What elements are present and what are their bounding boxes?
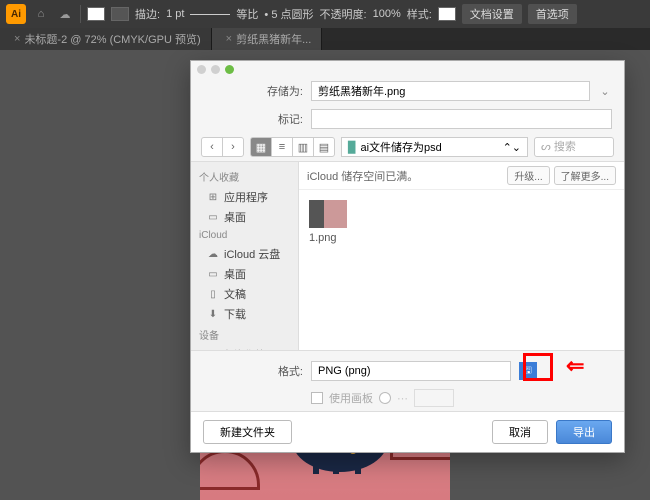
range-radio [379, 392, 391, 404]
format-label: 格式: [203, 363, 303, 379]
stroke-swatch[interactable] [111, 7, 129, 21]
opacity-label: 不透明度: [320, 6, 367, 22]
tag-label: 标记: [203, 111, 303, 127]
desktop-icon: ▭ [207, 211, 219, 223]
close-icon[interactable]: × [226, 33, 232, 45]
annotation-box [523, 353, 553, 381]
sidebar-head-fav: 个人收藏 [191, 166, 298, 187]
doc-icon: ▯ [207, 288, 219, 300]
cloud-icon[interactable]: ☁ [56, 5, 74, 23]
new-folder-button[interactable]: 新建文件夹 [203, 420, 292, 444]
list-view-button[interactable]: ≡ [271, 137, 293, 157]
learn-more-button[interactable]: 了解更多... [554, 166, 616, 185]
file-browser: iCloud 储存空间已满。 升级... 了解更多... 1.png [299, 162, 624, 350]
fwd-button[interactable]: › [222, 137, 244, 157]
home-icon[interactable]: ⌂ [32, 5, 50, 23]
cloud-icon: ☁ [207, 248, 219, 260]
dash-label[interactable]: 等比 [236, 6, 258, 22]
laptop-icon: ▭ [207, 349, 216, 350]
style-label: 样式: [407, 6, 432, 22]
stroke-value[interactable]: 1 pt [166, 8, 184, 20]
doc-setup-button[interactable]: 文档设置 [462, 4, 522, 24]
format-select[interactable]: PNG (png) [311, 361, 511, 381]
prefs-button[interactable]: 首选项 [528, 4, 577, 24]
sidebar-item-apps[interactable]: ⊞应用程序 [191, 187, 298, 207]
close-icon[interactable]: × [14, 33, 20, 45]
file-thumbnail [309, 200, 347, 228]
filename-input[interactable] [311, 81, 590, 101]
sidebar-item-icloud[interactable]: ☁iCloud 云盘 [191, 244, 298, 264]
sidebar: 个人收藏 ⊞应用程序 ▭桌面 iCloud ☁iCloud 云盘 ▭桌面 ▯文稿… [191, 162, 299, 350]
zoom-dot[interactable] [225, 65, 234, 74]
tab-bar: ×未标题-2 @ 72% (CMYK/GPU 预览) ×剪纸黑猪新年... [0, 28, 650, 50]
gallery-view-button[interactable]: ▤ [313, 137, 335, 157]
chevron-updown-icon: ⌃⌄ [503, 141, 521, 154]
cancel-button[interactable]: 取消 [492, 420, 548, 444]
folder-dropdown[interactable]: ▉ ai文件储存为psd ⌃⌄ [341, 137, 528, 157]
sidebar-item-desktop[interactable]: ▭桌面 [191, 207, 298, 227]
sidebar-item-desk2[interactable]: ▭桌面 [191, 264, 298, 284]
range-input [414, 389, 454, 407]
sidebar-head-icloud: iCloud [191, 227, 298, 244]
file-item[interactable]: 1.png [309, 200, 614, 244]
artboard-label: 使用画板 [329, 390, 373, 406]
stroke-label: 描边: [135, 6, 160, 22]
tab-doc2[interactable]: ×剪纸黑猪新年... [212, 28, 323, 50]
folder-icon: ▉ [348, 141, 356, 154]
top-toolbar: Ai ⌂ ☁ 描边: 1 pt 等比 • 5 点圆形 不透明度: 100% 样式… [0, 0, 650, 28]
app-logo: Ai [6, 4, 26, 24]
upgrade-button[interactable]: 升级... [507, 166, 549, 185]
chevron-down-icon[interactable]: ⌄ [598, 82, 612, 100]
tab-doc1[interactable]: ×未标题-2 @ 72% (CMYK/GPU 预览) [0, 28, 212, 50]
export-button[interactable]: 导出 [556, 420, 612, 444]
dot-label[interactable]: • 5 点圆形 [264, 6, 313, 22]
fill-swatch[interactable] [87, 7, 105, 21]
style-swatch[interactable] [438, 7, 456, 21]
sidebar-item-downloads[interactable]: ⬇下载 [191, 304, 298, 324]
save-dialog: 存储为: ⌄ 标记: ‹ › ▦ ≡ ▥ ▤ ▉ ai文件储存为psd ⌃⌄ ᔕ… [190, 60, 625, 453]
icloud-warning: iCloud 储存空间已满。 升级... 了解更多... [299, 162, 624, 190]
sidebar-item-macbook[interactable]: ▭李伟华的MacB... [191, 345, 298, 350]
close-dot[interactable] [197, 65, 206, 74]
apps-icon: ⊞ [207, 191, 219, 203]
tag-input[interactable] [311, 109, 612, 129]
dialog-nav: ‹ › ▦ ≡ ▥ ▤ ▉ ai文件储存为psd ⌃⌄ ᔕ 搜索 [191, 133, 624, 162]
icon-view-button[interactable]: ▦ [250, 137, 272, 157]
sidebar-head-devices: 设备 [191, 324, 298, 345]
dialog-titlebar[interactable] [191, 61, 624, 77]
min-dot[interactable] [211, 65, 220, 74]
desktop-icon: ▭ [207, 268, 219, 280]
save-as-label: 存储为: [203, 83, 303, 99]
opacity-value[interactable]: 100% [373, 8, 401, 20]
artboard-checkbox[interactable] [311, 392, 323, 404]
sidebar-item-docs[interactable]: ▯文稿 [191, 284, 298, 304]
search-input[interactable]: ᔕ 搜索 [534, 137, 614, 157]
cloud-graphic [200, 450, 260, 490]
back-button[interactable]: ‹ [201, 137, 223, 157]
annotation-arrow: ⇐ [566, 353, 584, 379]
stroke-style[interactable] [190, 14, 230, 15]
download-icon: ⬇ [207, 308, 219, 320]
col-view-button[interactable]: ▥ [292, 137, 314, 157]
file-name: 1.png [309, 232, 614, 244]
